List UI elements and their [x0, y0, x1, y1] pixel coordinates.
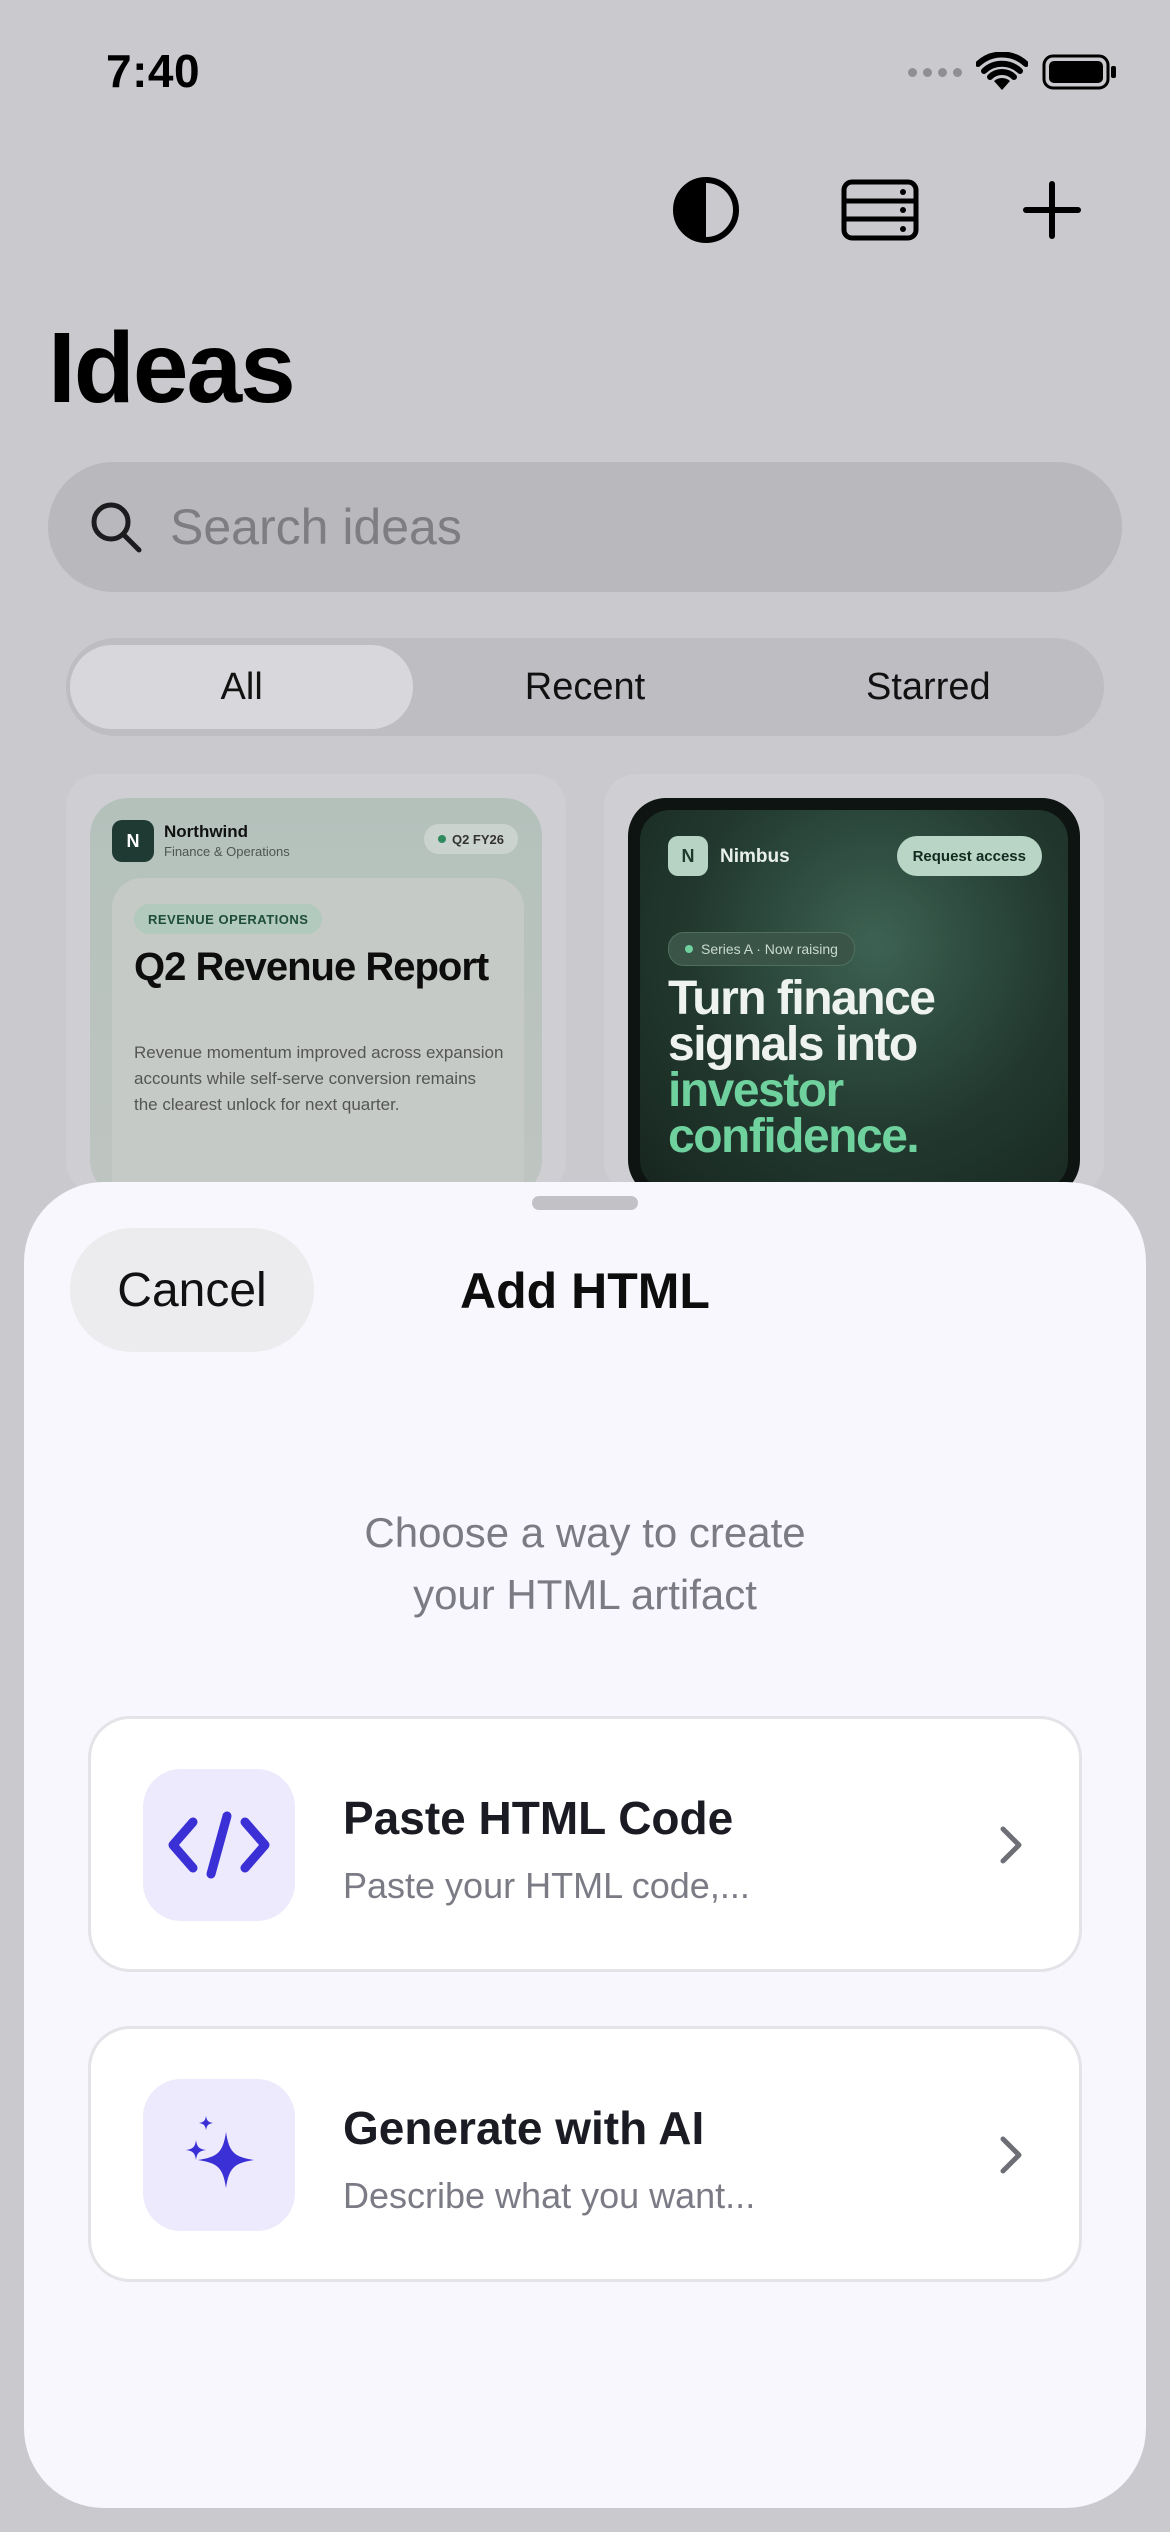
code-brackets-icon: [168, 1811, 270, 1879]
option-description: Paste your HTML code,...: [343, 1865, 750, 1906]
add-button[interactable]: [1010, 168, 1094, 252]
brand-name: Nimbus: [720, 846, 790, 867]
half-circle-contrast-icon: [673, 177, 739, 243]
headline-line: Turn finance: [668, 972, 936, 1025]
brand-name: Northwind: [164, 822, 249, 841]
chevron-right-icon: [989, 1823, 1033, 1867]
search-icon: [91, 502, 142, 553]
sheet-title: Add HTML: [460, 1263, 710, 1319]
generate-ai-icon-tile: [143, 2079, 295, 2231]
paste-html-option[interactable]: Paste HTML Code Paste your HTML code,...: [88, 1716, 1082, 1972]
layout-toggle-button[interactable]: [838, 168, 922, 252]
report-description: Revenue momentum improved across expansi…: [134, 1043, 504, 1114]
sheet-grabber[interactable]: [532, 1196, 638, 1210]
wifi-icon: [976, 52, 1028, 90]
search-bar[interactable]: [48, 462, 1122, 592]
sheet-subtitle-line: your HTML artifact: [413, 1571, 757, 1618]
cellular-signal-icon: [908, 67, 962, 77]
paste-html-icon-tile: [143, 1769, 295, 1921]
option-description: Describe what you want...: [343, 2175, 756, 2216]
search-input[interactable]: [168, 497, 972, 557]
battery-icon: [1042, 54, 1116, 90]
status-dot-icon: [685, 945, 693, 953]
filter-recent-tab[interactable]: Recent: [413, 645, 756, 729]
sheet-subtitle-line: Choose a way to create: [364, 1509, 806, 1556]
filter-segmented-control: All Recent Starred: [66, 638, 1104, 736]
status-time: 7:40: [106, 45, 201, 97]
sparkles-icon: [186, 2116, 254, 2188]
period-badge-label: Q2 FY26: [451, 831, 504, 847]
appearance-toggle-button[interactable]: [664, 168, 748, 252]
idea-card-northwind[interactable]: N Northwind Finance & Operations Q2 FY26…: [66, 774, 566, 1194]
status-indicators: [908, 52, 1118, 92]
option-title: Generate with AI: [343, 2102, 705, 2154]
brand-subtitle: Finance & Operations: [164, 844, 290, 859]
card-preview: N Northwind Finance & Operations Q2 FY26…: [90, 798, 542, 1194]
idea-card-nimbus[interactable]: N Nimbus Request access Series A · Now r…: [604, 774, 1104, 1194]
brand-logo: N: [668, 836, 708, 876]
page-title: Ideas: [48, 312, 296, 424]
report-title: Q2 Revenue Report: [134, 945, 489, 989]
funding-pill: Series A · Now raising: [668, 932, 855, 966]
headline: Turn finance signals into investor confi…: [668, 972, 1068, 1163]
sheet-subtitle: Choose a way to create your HTML artifac…: [24, 1502, 1146, 1626]
filter-all-tab[interactable]: All: [70, 645, 414, 729]
funding-pill-label: Series A · Now raising: [701, 941, 838, 957]
headline-highlight: investor: [668, 1064, 844, 1117]
card-preview: N Nimbus Request access Series A · Now r…: [628, 798, 1080, 1194]
chevron-right-icon: [989, 2133, 1033, 2177]
request-access-button: Request access: [896, 836, 1042, 876]
list-layout-icon: [841, 179, 919, 241]
report-panel: REVENUE OPERATIONS Q2 Revenue Report Rev…: [112, 878, 524, 1194]
filter-starred-tab[interactable]: Starred: [757, 645, 1100, 729]
brand-logo: N: [112, 820, 154, 862]
add-html-sheet: Cancel Add HTML Choose a way to create y…: [24, 1182, 1146, 2508]
generate-ai-option[interactable]: Generate with AI Describe what you want.…: [88, 2026, 1082, 2282]
section-tag: REVENUE OPERATIONS: [134, 904, 323, 934]
plus-icon: [1023, 181, 1081, 239]
option-title: Paste HTML Code: [343, 1792, 734, 1844]
status-dot-icon: [437, 835, 446, 843]
period-badge: Q2 FY26: [423, 824, 518, 854]
headline-line: signals into: [668, 1018, 918, 1071]
headline-highlight: confidence.: [668, 1110, 920, 1163]
